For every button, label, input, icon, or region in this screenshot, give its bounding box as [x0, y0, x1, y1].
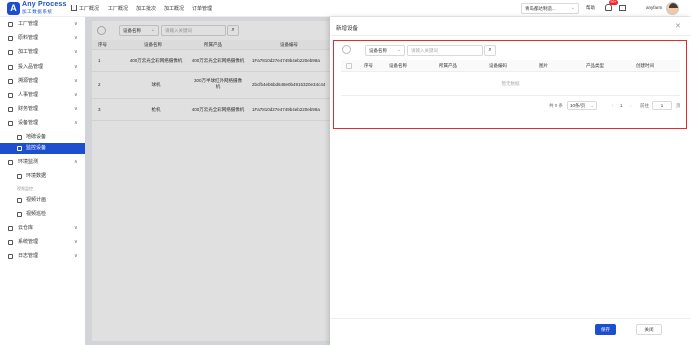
goto-label: 前往 — [640, 103, 649, 108]
sidebar-item-system[interactable]: 系统管理 ∨ — [0, 237, 85, 248]
save-button[interactable]: 保存 — [595, 324, 616, 335]
monitor-icon — [17, 146, 22, 151]
col-index: 序号 — [364, 63, 373, 68]
avatar[interactable] — [666, 2, 679, 15]
divider — [330, 35, 691, 36]
book-icon — [8, 226, 13, 231]
col-device-name: 设备名称 — [389, 63, 407, 68]
chevron-down-icon: ⌄ — [590, 103, 594, 108]
page-unit: 页 — [676, 103, 681, 108]
factory-select[interactable]: 青岛都达制造... ⌄ — [521, 3, 579, 14]
next-page-icon[interactable]: › — [630, 102, 632, 110]
goto-page-input[interactable]: 1 — [652, 101, 672, 110]
factory-icon — [8, 22, 13, 27]
sidebar-item-video-plan[interactable]: 视频计画 — [0, 195, 85, 206]
nav-home[interactable]: 工厂概况 — [71, 5, 99, 12]
prev-page-icon[interactable]: ‹ — [612, 102, 614, 110]
logo-icon: A — [7, 2, 20, 15]
mail-icon[interactable] — [619, 5, 626, 11]
select-all-checkbox[interactable] — [346, 63, 352, 69]
search-icon: ⌕ — [488, 47, 492, 53]
logo-subtitle: 加工数据系统 — [22, 9, 53, 14]
col-product: 所属产品 — [439, 63, 457, 68]
username[interactable]: anyfarm — [646, 5, 662, 10]
sidebar-group-video: 视频监控 — [17, 186, 33, 191]
sidebar-item-env-data[interactable]: 环境数据 — [0, 171, 85, 182]
rocket-icon — [17, 212, 22, 217]
sidebar-item-scale-device[interactable]: 地磅设备 — [0, 132, 85, 143]
sidebar-item-material[interactable]: 原料管理 ∨ — [0, 33, 85, 44]
chevron-down-icon: ⌄ — [396, 47, 401, 53]
drawer-field-select[interactable]: 设备名称 ⌄ — [365, 45, 405, 56]
col-device-code: 设备编码 — [489, 63, 507, 68]
sidebar-item-warehouse[interactable]: 云仓库 ∨ — [0, 223, 85, 234]
home-icon — [71, 5, 77, 11]
grid-icon — [17, 198, 22, 203]
page-number[interactable]: 1 — [620, 102, 623, 110]
sidebar-item-inputs[interactable]: 投入品管理 ∨ — [0, 62, 85, 73]
drawer-title: 新增设备 — [336, 26, 359, 32]
sidebar-item-factory[interactable]: 工厂管理 ∨ — [0, 19, 85, 30]
people-icon — [8, 93, 13, 98]
sidebar-item-video-patrol[interactable]: 视频巡检 — [0, 209, 85, 220]
drawer-search-input[interactable]: 请输入关键词 — [407, 45, 483, 56]
material-icon — [8, 36, 13, 41]
nav-item[interactable]: 订单管理 — [192, 5, 212, 12]
processing-icon — [8, 50, 13, 55]
nav-item[interactable]: 加工批次 — [136, 5, 156, 12]
sidebar-item-finance[interactable]: 财务管理 ∨ — [0, 104, 85, 115]
sidebar-item-camera-device[interactable]: 监控设备 — [0, 143, 85, 154]
sidebar-item-devices[interactable]: 设备管理 ∧ — [0, 118, 85, 129]
bell-icon[interactable] — [605, 4, 612, 11]
col-image: 图片 — [539, 63, 548, 68]
total-count: 共 0 条 — [549, 103, 564, 108]
filter-icon[interactable] — [342, 45, 351, 54]
col-created-time: 创建时间 — [636, 63, 654, 68]
sidebar-item-processing[interactable]: 加工管理 ∨ — [0, 47, 85, 58]
empty-state: 暂无数据 — [341, 72, 680, 96]
system-icon — [8, 240, 13, 245]
inputs-icon — [8, 65, 13, 70]
snowflake-icon — [8, 160, 13, 165]
overlay-mask[interactable] — [85, 17, 330, 345]
close-icon[interactable]: ✕ — [675, 22, 681, 30]
sidebar-item-env[interactable]: 环境监测 ∧ — [0, 157, 85, 168]
sidebar-item-hr[interactable]: 人事管理 ∨ — [0, 90, 85, 101]
thermometer-icon — [17, 174, 22, 179]
nav-item[interactable]: 工厂概况 — [108, 5, 128, 12]
page-size-select[interactable]: 10条/页 ⌄ — [567, 101, 597, 110]
monitor-icon — [8, 121, 13, 126]
finance-icon — [8, 107, 13, 112]
help-link[interactable]: 帮助 — [586, 5, 595, 11]
cloud-icon — [17, 135, 22, 140]
logo-title: Any Process — [22, 1, 67, 8]
clock-icon — [8, 254, 13, 259]
top-header: A Any Process 加工数据系统 工厂概况 工厂概况 加工批次 加工概况… — [0, 0, 691, 17]
trace-icon — [8, 79, 13, 84]
col-product-type: 产品类型 — [586, 63, 604, 68]
drawer-search-button[interactable]: ⌕ — [484, 45, 496, 56]
chevron-down-icon: ⌄ — [570, 5, 575, 11]
notification-badge: 99+ — [609, 0, 618, 5]
close-button[interactable]: 关闭 — [636, 324, 662, 335]
sidebar-item-logs[interactable]: 日志管理 ∨ — [0, 251, 85, 262]
nav-item[interactable]: 加工概况 — [164, 5, 184, 12]
sidebar-item-trace[interactable]: 溯源管理 ∨ — [0, 76, 85, 87]
footer-divider — [330, 318, 691, 319]
